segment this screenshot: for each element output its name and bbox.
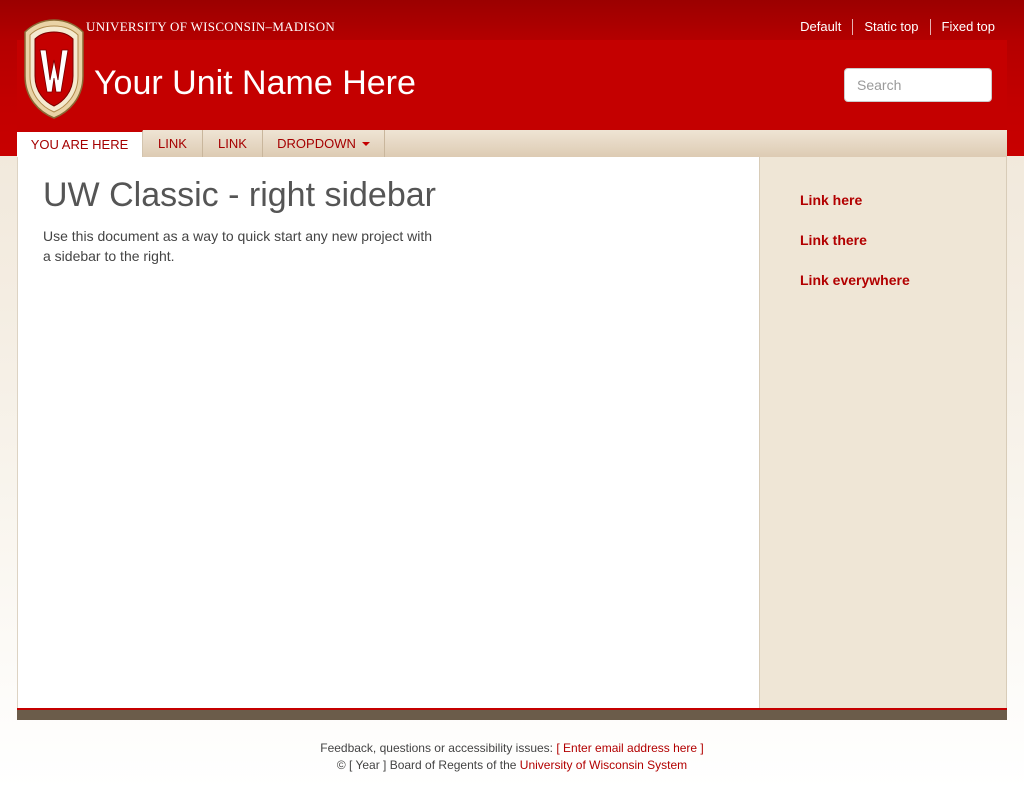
intro-text: Use this document as a way to quick star… [43, 228, 433, 264]
university-name[interactable]: UNIVERSITY OF WISCONSIN–MADISON [86, 19, 335, 35]
nav-item-label: LINK [158, 136, 187, 151]
search-input[interactable] [844, 68, 992, 102]
page-title: UW Classic - right sidebar [43, 176, 436, 214]
right-sidebar [759, 157, 1007, 708]
nav-item-label: LINK [218, 136, 247, 151]
footer-copyright-text: © [ Year ] Board of Regents of the [336, 758, 517, 772]
uw-crest-logo[interactable] [21, 18, 87, 120]
footer-system-link[interactable]: University of Wisconsin System [520, 758, 687, 772]
nav-item-label: DROPDOWN [277, 136, 356, 151]
caret-down-icon [361, 142, 370, 146]
footer-feedback-text: Feedback, questions or accessibility iss… [320, 741, 554, 755]
top-link-static-top[interactable]: Static top [852, 19, 929, 35]
footer-email-link[interactable]: [ Enter email address here ] [556, 741, 703, 755]
main-navbar: YOU ARE HERE LINK LINK DROPDOWN [17, 130, 1007, 158]
footer-feedback-line: Feedback, questions or accessibility iss… [0, 741, 1024, 755]
nav-item-dropdown[interactable]: DROPDOWN [263, 130, 385, 157]
sidebar-link-here[interactable]: Link here [800, 192, 862, 208]
nav-item-label: YOU ARE HERE [30, 137, 129, 152]
unit-name[interactable]: Your Unit Name Here [94, 64, 416, 103]
top-link-default[interactable]: Default [789, 19, 852, 35]
top-link-fixed-top[interactable]: Fixed top [929, 19, 995, 35]
nav-item-link-1[interactable]: LINK [143, 130, 203, 157]
sidebar-link-everywhere[interactable]: Link everywhere [800, 272, 910, 288]
nav-item-link-2[interactable]: LINK [203, 130, 263, 157]
sidebar-link-there[interactable]: Link there [800, 232, 867, 248]
layout-links: Default Static top Fixed top [789, 19, 995, 35]
nav-item-you-are-here[interactable]: YOU ARE HERE [17, 130, 143, 157]
footer-copyright-line: © [ Year ] Board of Regents of the Unive… [0, 758, 1024, 772]
footer-bar [17, 708, 1007, 720]
